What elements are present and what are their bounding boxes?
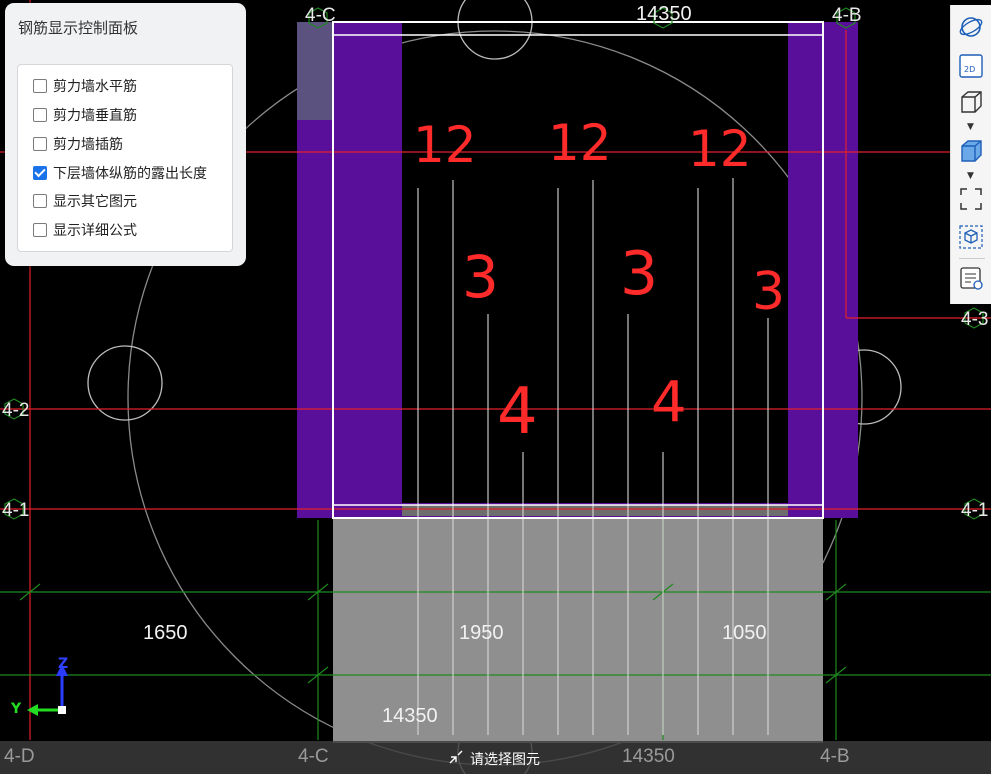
view-2d-label: 2D <box>964 65 975 74</box>
grid-label-4-2: 4-2 <box>2 400 30 421</box>
orbit-icon[interactable] <box>957 13 985 41</box>
annotation-3-left: 3 <box>462 243 499 311</box>
grid-label-4-c-bottom: 4-C <box>298 746 329 767</box>
option-show-detailed-formula[interactable]: 显示详细公式 <box>33 219 137 241</box>
annotation-12-left: 12 <box>413 116 477 174</box>
panel-title: 钢筋显示控制面板 <box>18 19 139 37</box>
dim-1650: 1650 <box>143 622 188 644</box>
annotation-12-mid: 12 <box>548 114 612 172</box>
view-3d-wire-icon[interactable] <box>957 88 985 116</box>
dim-1050: 1050 <box>722 622 767 644</box>
chevron-down-icon[interactable]: ▼ <box>967 171 974 181</box>
option-label: 剪力墙水平筋 <box>53 79 137 95</box>
grid-label-4-1-right: 4-1 <box>961 500 989 521</box>
view-toolbar: 2D ▼ ▼ <box>950 5 991 304</box>
annotation-3-mid: 3 <box>620 239 659 309</box>
grid-label-4-d: 4-D <box>4 746 35 767</box>
option-label: 剪力墙插筋 <box>53 137 123 153</box>
checkbox[interactable] <box>33 137 47 151</box>
fit-frame-icon[interactable] <box>957 185 985 213</box>
chevron-down-icon[interactable]: ▼ <box>967 122 974 132</box>
option-label: 剪力墙垂直筋 <box>53 108 137 124</box>
option-label: 显示其它图元 <box>53 194 137 210</box>
status-bar: 4-D 4-C 14350 4-B 请选择图元 <box>0 741 991 774</box>
grid-label-4-3: 4-3 <box>961 309 989 330</box>
grid-label-4-b-bottom: 4-B <box>820 746 850 767</box>
dim-1950: 1950 <box>459 622 504 644</box>
option-wall-dowel-rebar[interactable]: 剪力墙插筋 <box>33 133 123 155</box>
panel-options-box: 剪力墙水平筋 剪力墙垂直筋 剪力墙插筋 下层墙体纵筋的露出长度 显示其它图元 显… <box>17 64 233 252</box>
dim-top: 14350 <box>636 3 692 25</box>
view-3d-solid-icon[interactable] <box>957 137 985 165</box>
hole-circle-top <box>457 0 533 60</box>
toolbar-divider <box>959 258 985 259</box>
y-axis-label: Y <box>11 701 22 717</box>
option-lower-wall-exposed-length[interactable]: 下层墙体纵筋的露出长度 <box>33 162 207 184</box>
option-label: 显示详细公式 <box>53 223 137 239</box>
checkbox[interactable] <box>33 223 47 237</box>
annotation-4-left: 4 <box>497 375 538 449</box>
option-label: 下层墙体纵筋的露出长度 <box>53 166 207 182</box>
rebar-display-control-panel[interactable]: 钢筋显示控制面板 剪力墙水平筋 剪力墙垂直筋 剪力墙插筋 下层墙体纵筋的露出长度… <box>5 3 246 266</box>
view-2d-icon[interactable]: 2D <box>957 52 985 80</box>
axis-origin <box>58 706 66 714</box>
checkbox[interactable] <box>33 194 47 208</box>
annotation-4-right: 4 <box>651 370 687 435</box>
dim-total-14350: 14350 <box>382 705 438 727</box>
status-message: 请选择图元 <box>470 752 540 768</box>
annotation-3-right: 3 <box>752 262 786 322</box>
wall-left-cap <box>297 22 332 120</box>
option-wall-vertical-rebar[interactable]: 剪力墙垂直筋 <box>33 104 137 126</box>
checkbox[interactable] <box>33 108 47 122</box>
dim-status-14350: 14350 <box>622 746 675 767</box>
checkbox-checked[interactable] <box>33 166 47 180</box>
checkbox[interactable] <box>33 79 47 93</box>
y-axis-head <box>27 704 38 716</box>
select-cursor-icon <box>449 750 463 764</box>
grid-label-4-b-top: 4-B <box>832 5 862 26</box>
annotation-12-right: 12 <box>688 120 752 178</box>
component-icon[interactable] <box>957 223 985 251</box>
option-show-other-elements[interactable]: 显示其它图元 <box>33 190 137 212</box>
option-wall-horizontal-rebar[interactable]: 剪力墙水平筋 <box>33 75 137 97</box>
grid-label-4-1-left: 4-1 <box>2 500 30 521</box>
grid-label-4-c-top: 4-C <box>305 5 336 26</box>
wall-bottom-core <box>402 505 788 516</box>
selected-wall-outline[interactable] <box>332 21 824 519</box>
z-axis-label: Z <box>58 656 69 672</box>
rebar-list-icon[interactable] <box>957 264 985 292</box>
